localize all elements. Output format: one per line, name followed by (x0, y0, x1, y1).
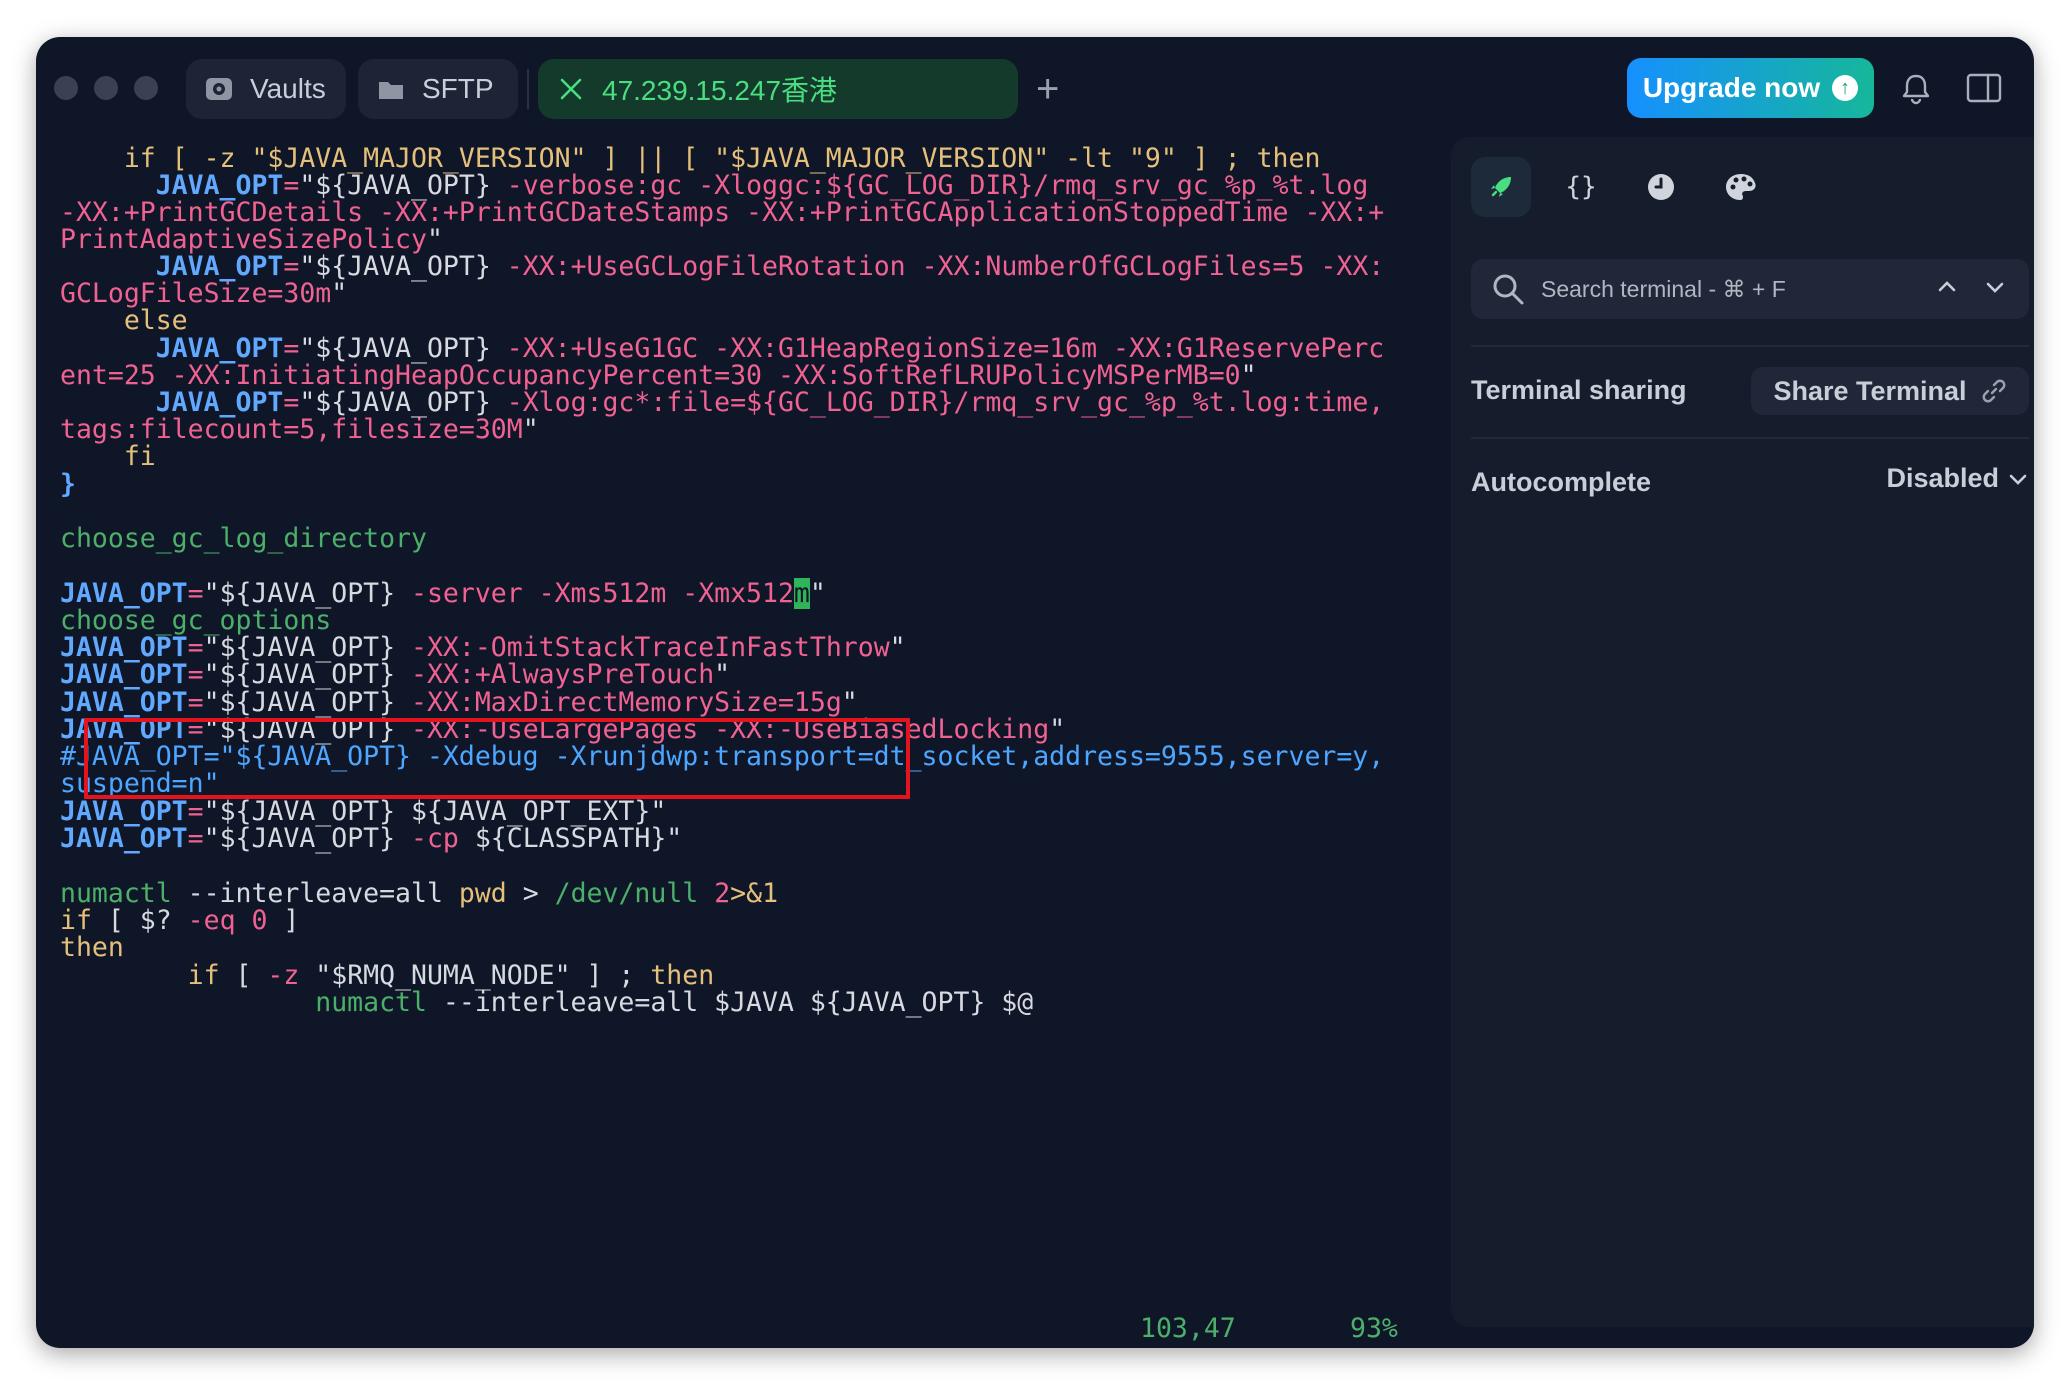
terminal-token: -Xlog:gc*:file=${GC_LOG_DIR}/rmq_srv_gc_… (490, 387, 1385, 418)
terminal-token: > (506, 878, 555, 909)
app-window: Vaults SFTP 47.239.15.247香港 + Upgrade no… (36, 37, 2034, 1348)
terminal-token: ] (267, 905, 300, 936)
terminal-token: " (331, 278, 348, 309)
terminal-token: -cp (395, 823, 459, 854)
cursor-position: 103,47 (1140, 1313, 1236, 1344)
terminal-token: #JAVA_OPT="${JAVA_OPT} -Xdebug -Xrunjdwp… (60, 741, 1385, 772)
new-tab-button[interactable]: + (1036, 65, 1059, 113)
side-panel: {} Terminal sharing Share (1451, 137, 2034, 1327)
terminal-sharing-label: Terminal sharing (1471, 375, 1687, 405)
vault-icon (204, 74, 234, 104)
tab-label: SFTP (422, 73, 494, 104)
sidebar-toggle-icon[interactable] (1966, 72, 2002, 104)
terminal-token: "${JAVA_OPT} (203, 823, 396, 854)
share-terminal-button[interactable]: Share Terminal (1751, 367, 2029, 415)
terminal-token: 0 (251, 905, 268, 936)
search-icon (1491, 272, 1525, 306)
share-terminal-label: Share Terminal (1773, 375, 1967, 406)
search-terminal-field[interactable] (1471, 259, 2029, 319)
minimize-window-button[interactable] (94, 76, 118, 100)
terminal-line: #JAVA_OPT="${JAVA_OPT} -Xdebug -Xrunjdwp… (60, 739, 1384, 775)
terminal-token: -server -Xms512m -Xmx512 (395, 578, 794, 609)
tab-label: 47.239.15.247香港 (602, 75, 838, 106)
folder-icon (376, 74, 406, 104)
terminal-token: -XX:+UseGCLogFileRotation -XX:NumberOfGC… (490, 251, 1385, 282)
terminal-token: " (522, 414, 539, 445)
title-bar: Vaults SFTP 47.239.15.247香港 + Upgrade no… (36, 37, 2034, 141)
chevron-up-icon[interactable] (1935, 275, 1959, 304)
terminal-token: " (889, 632, 906, 663)
terminal-line: JAVA_OPT="${JAVA_OPT} -cp ${CLASSPATH}" (60, 821, 682, 857)
terminal-token: /dev/null (554, 878, 699, 909)
terminal-token: --interleave=all $JAVA ${JAVA_OPT} $@ (426, 987, 1034, 1018)
tab-vaults[interactable]: Vaults (186, 59, 346, 119)
terminal-token: 2 (714, 878, 731, 909)
divider (1471, 345, 2029, 347)
tab-sftp[interactable]: SFTP (358, 59, 518, 119)
terminal-token: = (187, 823, 204, 854)
terminal-token: " (809, 578, 826, 609)
terminal-token: >&1 (730, 878, 779, 909)
upgrade-label: Upgrade now (1642, 72, 1821, 103)
bell-icon[interactable] (1898, 70, 1934, 106)
terminal-token: numactl (60, 987, 427, 1018)
scroll-percent: 93% (1350, 1313, 1398, 1344)
terminal-token: ${CLASSPATH}" (458, 823, 683, 854)
upgrade-button[interactable]: Upgrade now ↑ (1627, 58, 1874, 118)
terminal-line: numactl --interleave=all $JAVA ${JAVA_OP… (60, 985, 1033, 1021)
close-icon[interactable] (556, 74, 586, 104)
close-window-button[interactable] (54, 76, 78, 100)
palette-icon[interactable] (1711, 157, 1771, 217)
autocomplete-dropdown[interactable]: Disabled (1886, 463, 2029, 494)
chevron-down-icon[interactable] (1983, 275, 2007, 304)
terminal-token: } (60, 469, 76, 500)
arrow-up-icon: ↑ (1832, 75, 1859, 101)
braces-icon[interactable]: {} (1551, 157, 1611, 217)
chevron-down-icon (2007, 468, 2029, 490)
tab-label: Vaults (250, 73, 326, 104)
terminal-token: choose_gc_log_directory (60, 523, 427, 554)
terminal-token: -eq (187, 905, 236, 936)
tab-divider (527, 69, 529, 109)
tab-host-session[interactable]: 47.239.15.247香港 (538, 59, 1018, 119)
link-icon (1981, 378, 2007, 404)
zoom-window-button[interactable] (134, 76, 158, 100)
terminal-token: pwd (458, 878, 507, 909)
autocomplete-value: Disabled (1886, 463, 1999, 493)
divider (1471, 437, 2029, 439)
autocomplete-label: Autocomplete (1471, 467, 1652, 497)
rocket-icon[interactable] (1471, 157, 1531, 217)
terminal-token: JAVA_OPT (60, 823, 188, 854)
terminal-output[interactable]: 103,47 93% if [ -z "$JAVA_MAJOR_VERSION"… (60, 141, 1440, 1344)
clock-icon[interactable] (1631, 157, 1691, 217)
terminal-cursor: m (793, 578, 810, 609)
terminal-line: } (60, 467, 76, 503)
search-input[interactable] (1541, 275, 1901, 303)
terminal-line: choose_gc_log_directory (60, 521, 427, 557)
